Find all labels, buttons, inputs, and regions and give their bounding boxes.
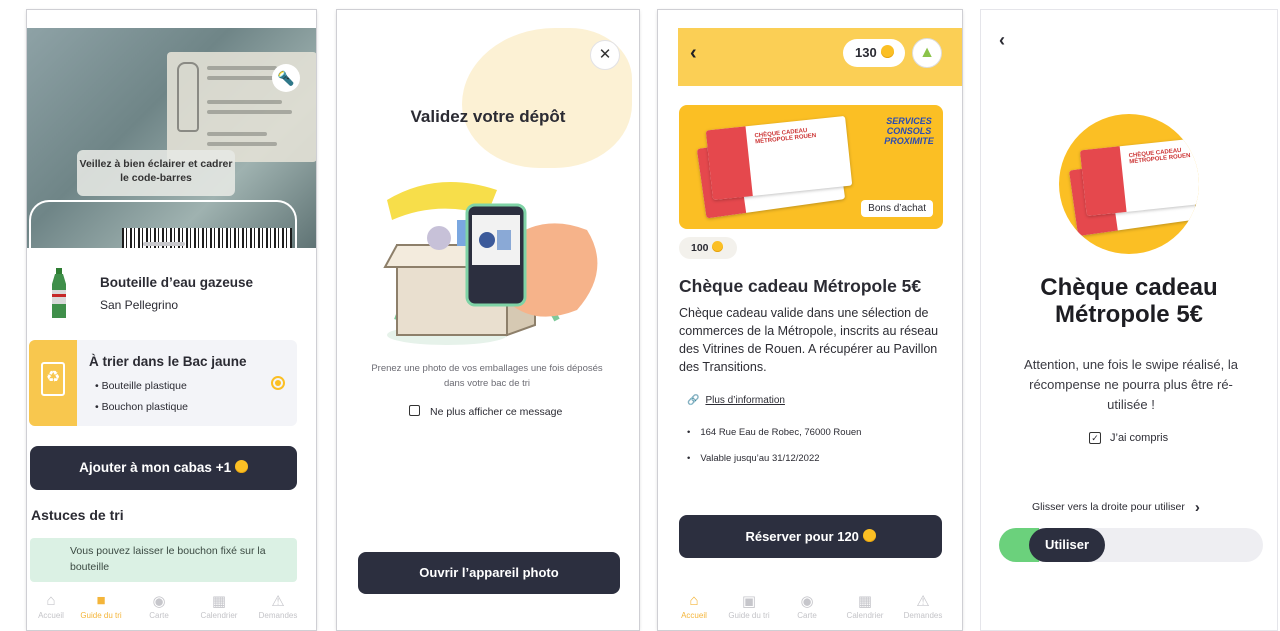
checkbox-checked-icon[interactable]: ✓ [1089,432,1101,444]
reward-title: Chèque cadeau Métropole 5€ [679,276,922,296]
screen-validate-deposit: ✕ Validez votre dépôt Prenez une photo d… [337,10,639,630]
swipe-warning: Attention, une fois le swipe réalisé, la… [1024,357,1238,413]
product-name: Bouteille d’eau gazeuse [100,275,254,290]
voucher-text: CHÈQUE CADEAU MÉTROPOLE ROUEN [1128,147,1191,166]
address-text: 164 Rue Eau de Robec, 76000 Rouen [687,427,861,438]
recycle-bin-icon: ♻ [41,362,65,396]
radio-selected-icon[interactable] [271,376,285,390]
recycle-bottle-icon [177,62,199,132]
warning-icon: ⚠ [916,593,930,610]
deposit-description: Prenez une photo de vos emballages une f… [371,363,603,389]
avatar[interactable]: ▲ [912,38,942,68]
voucher-image: CHÈQUE CADEAU MÉTROPOLE ROUEN [1059,114,1199,254]
reward-title: Chèque cadeau Métropole 5€ [1040,274,1218,328]
understood-checkbox[interactable]: ✓ J’ai compris [1089,432,1168,444]
dont-show-again-checkbox[interactable]: Ne plus afficher ce message [409,405,562,418]
services-logo: SERVICES CONSOLS PROXIMITE [884,116,934,146]
deposit-illustration [383,182,598,345]
flashlight-icon[interactable]: 🔦 [272,64,300,92]
scan-frame [29,200,297,248]
tab-sorting-guide[interactable]: ■ Guide du tri [73,592,129,620]
coin-icon [711,241,723,252]
tab-requests[interactable]: ⚠ Demandes [895,592,951,620]
screen-use-reward: ‹ CHÈQUE CADEAU MÉTROPOLE ROUEN Chèque c… [981,10,1277,630]
bin-card[interactable]: ♻ À trier dans le Bac jaune • Bouteille … [29,340,297,426]
search-icon: ■ [96,592,106,609]
coin-icon [862,529,876,542]
tab-map[interactable]: ◉ Carte [779,592,835,620]
tab-calendar[interactable]: ▦ Calendrier [191,592,247,620]
open-camera-button[interactable]: Ouvrir l’appareil photo [358,552,620,594]
swipe-hint: Glisser vers la droite pour utiliser › [1032,499,1200,516]
home-icon: ⌂ [46,592,56,609]
sheet-handle[interactable] [143,242,185,246]
reward-description: Chèque cadeau valide dans une sélection … [679,306,939,375]
voucher-image: CHÈQUE CADEAU MÉTROPOLE ROUEN [705,115,853,201]
voucher-text: CHÈQUE CADEAU MÉTROPOLE ROUEN [754,127,817,146]
page-title: Validez votre dépôt [410,107,566,126]
tip-card: Vous pouvez laisser le bouchon fixé sur … [30,538,297,582]
tab-home[interactable]: ⌂ Accueil [27,592,79,620]
calendar-icon: ▦ [857,593,873,610]
bottle-icon [52,268,66,318]
tab-sorting-guide[interactable]: ▣ Guide du tri [721,592,777,620]
bin-title: À trier dans le Bac jaune [89,354,247,369]
product-brand: San Pellegrino [100,298,179,312]
coin-icon [880,45,894,58]
tab-calendar[interactable]: ▦ Calendrier [837,592,893,620]
close-icon[interactable]: ✕ [590,40,620,70]
search-icon: ▣ [741,593,757,610]
swipe-slider[interactable]: Utiliser [999,528,1263,562]
map-pin-icon: ◉ [152,593,166,610]
add-to-cart-button[interactable]: Ajouter à mon cabas +1 [30,446,297,490]
tab-map[interactable]: ◉ Carte [131,592,187,620]
screen-reward-detail: ‹ 130 ▲ CHÈQUE CADEAU MÉTROPOLE ROUEN SE… [658,10,962,630]
coin-icon [234,460,248,473]
home-icon: ⌂ [689,592,699,609]
price-chip: 100 [679,237,737,259]
points-balance[interactable]: 130 [843,39,905,67]
back-icon[interactable]: ‹ [690,42,697,65]
map-pin-icon: ◉ [800,593,814,610]
back-icon[interactable]: ‹ [999,30,1005,51]
reserve-button[interactable]: Réserver pour 120 [679,515,942,558]
camera-hint: Veillez à bien éclairer et cadrer le cod… [77,150,235,196]
tips-title: Astuces de tri [31,507,124,523]
tab-home[interactable]: ⌂ Accueil [666,592,722,620]
slider-knob[interactable]: Utiliser [1029,528,1105,562]
validity-text: Valable jusqu’au 31/12/2022 [687,453,819,464]
screen-scan-product: Veillez à bien éclairer et cadrer le cod… [27,10,316,630]
warning-icon: ⚠ [271,593,285,610]
more-info-link[interactable]: 🔗 Plus d’information [687,395,785,406]
camera-viewfinder[interactable]: Veillez à bien éclairer et cadrer le cod… [27,28,316,248]
tab-bar: ⌂ Accueil ■ Guide du tri ◉ Carte ▦ Calendrie… [27,586,316,630]
reward-banner: CHÈQUE CADEAU MÉTROPOLE ROUEN SERVICES C… [679,105,943,229]
bin-color-strip: ♻ [29,340,77,426]
tab-bar: ⌂ Accueil ▣ Guide du tri ◉ Carte ▦ Calendrie… [658,586,962,630]
checkbox-icon[interactable] [409,405,420,416]
calendar-icon: ▦ [211,593,227,610]
chevron-right-icon: › [1194,499,1200,516]
link-icon: 🔗 [687,395,700,406]
category-chip: Bons d’achat [861,200,933,217]
bin-item: • Bouchon plastique [95,401,188,413]
bin-item: • Bouteille plastique [95,380,187,392]
tab-requests[interactable]: ⚠ Demandes [250,592,306,620]
